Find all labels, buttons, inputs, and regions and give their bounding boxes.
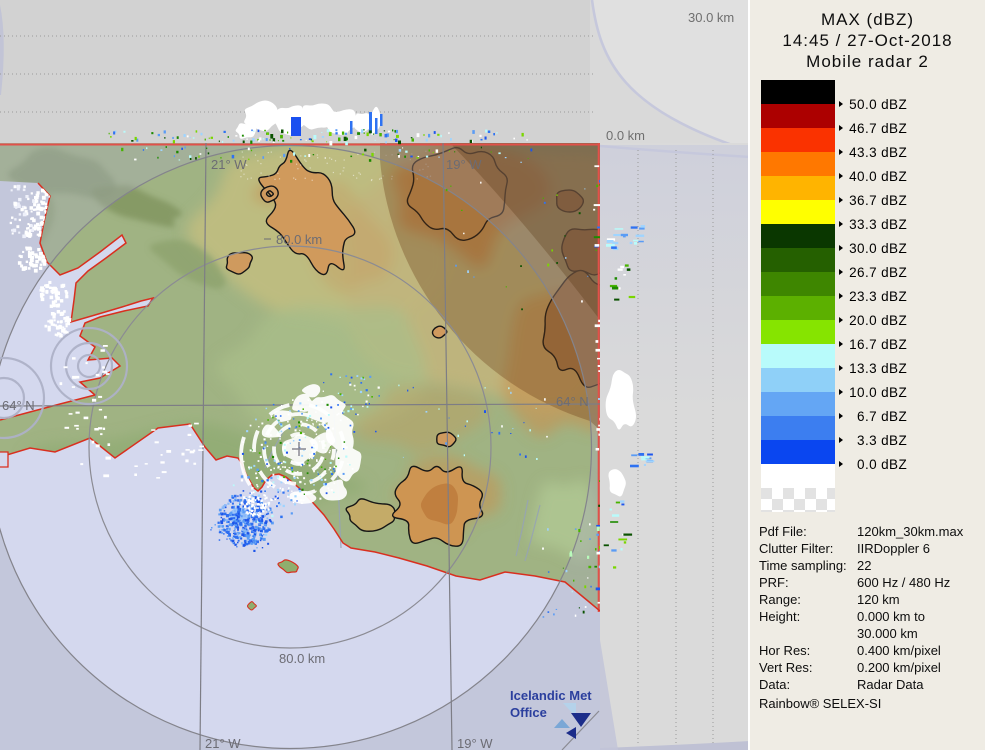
svg-text:21° W: 21° W xyxy=(205,736,241,750)
svg-text:Office: Office xyxy=(510,705,547,720)
svg-text:64° N: 64° N xyxy=(556,394,589,409)
svg-text:80.0 km: 80.0 km xyxy=(279,651,325,666)
svg-text:19° W: 19° W xyxy=(446,157,482,172)
svg-text:30.0 km: 30.0 km xyxy=(688,10,734,25)
svg-text:64° N: 64° N xyxy=(2,398,35,413)
svg-text:19° W: 19° W xyxy=(457,736,493,750)
svg-text:21° W: 21° W xyxy=(211,157,247,172)
svg-text:0.0 km: 0.0 km xyxy=(606,128,645,143)
svg-text:Icelandic Met: Icelandic Met xyxy=(510,688,592,703)
svg-text:80.0 km: 80.0 km xyxy=(276,232,322,247)
